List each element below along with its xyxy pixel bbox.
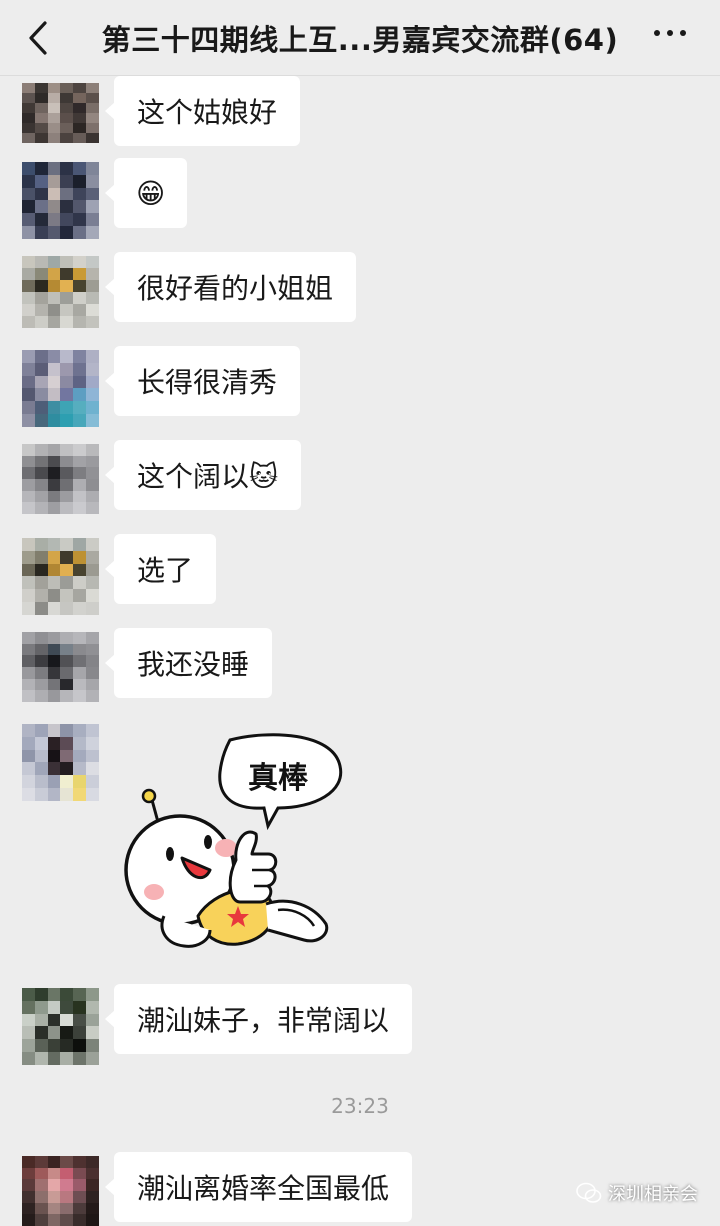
message-text: 潮汕离婚率全国最低	[137, 1172, 390, 1205]
message-text: 很好看的小姐姐	[137, 272, 334, 305]
message-text: 我还没睡	[137, 648, 250, 681]
chat-title: 第三十四期线上互...男嘉宾交流群(64)	[101, 22, 619, 57]
avatar[interactable]	[22, 162, 99, 239]
message-timestamp: 23:23	[331, 1094, 389, 1118]
avatar[interactable]	[22, 350, 99, 427]
avatar[interactable]	[22, 1156, 99, 1226]
back-button[interactable]	[20, 18, 56, 58]
message-bubble[interactable]: 这个姑娘好	[104, 76, 301, 146]
thumbs-up-sticker[interactable]: 真棒	[118, 730, 348, 960]
message-bubble[interactable]: 很好看的小姐姐	[104, 252, 357, 322]
avatar[interactable]	[22, 444, 99, 514]
message-bubble[interactable]: 长得很清秀	[104, 346, 301, 416]
message-bubble[interactable]: 潮汕妹子，非常阔以	[104, 984, 413, 1054]
message-bubble[interactable]: 😁	[104, 158, 188, 228]
message-text: 潮汕妹子，非常阔以	[137, 1004, 390, 1037]
chat-header: 第三十四期线上互...男嘉宾交流群(64)	[0, 0, 720, 76]
avatar[interactable]	[22, 724, 99, 801]
message-text: 长得很清秀	[137, 366, 278, 399]
emoji-grin-icon: 😁	[136, 176, 166, 210]
avatar[interactable]	[22, 538, 99, 615]
avatar[interactable]	[22, 988, 99, 1065]
wechat-logo-icon	[576, 1182, 602, 1203]
more-options-button[interactable]	[654, 30, 686, 36]
watermark-text: 深圳相亲会	[608, 1184, 698, 1205]
avatar[interactable]	[22, 632, 99, 702]
message-bubble[interactable]: 潮汕离婚率全国最低	[104, 1152, 413, 1222]
chevron-left-icon	[29, 21, 47, 55]
watermark: 深圳相亲会	[576, 1180, 698, 1206]
ellipsis-dot	[680, 30, 686, 36]
ellipsis-dot	[667, 30, 673, 36]
message-text: 这个姑娘好	[137, 96, 278, 129]
message-bubble[interactable]: 我还没睡	[104, 628, 273, 698]
avatar[interactable]	[22, 83, 99, 143]
message-text: 选了	[137, 554, 194, 587]
thumbs-up-icon	[228, 830, 278, 904]
message-bubble[interactable]: 选了	[104, 534, 217, 604]
ellipsis-icon	[654, 30, 660, 36]
message-bubble[interactable]: 这个阔以🐱	[104, 440, 302, 510]
sticker-text: 真棒	[248, 761, 309, 796]
avatar[interactable]	[22, 256, 99, 328]
message-text: 这个阔以🐱	[137, 460, 279, 493]
